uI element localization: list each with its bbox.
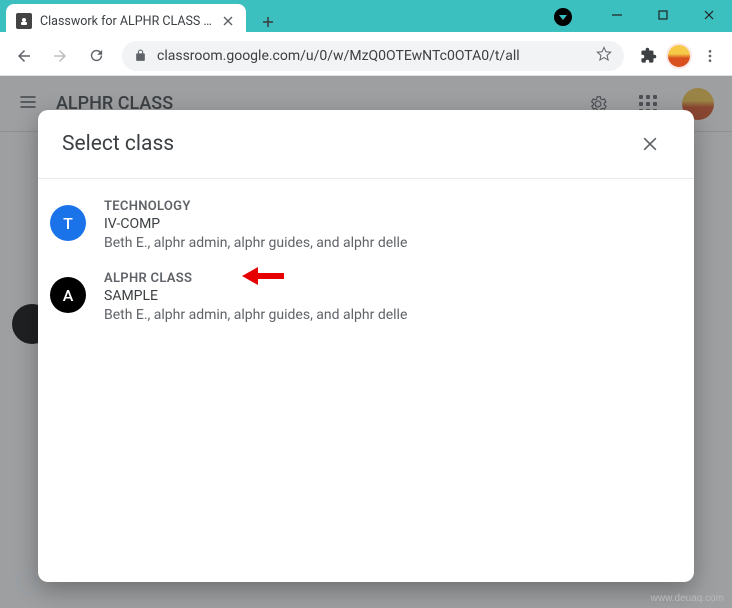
browser-tab[interactable]: Classwork for ALPHR CLASS SAM <box>6 4 246 38</box>
reader-mode-badge[interactable] <box>554 8 572 26</box>
chrome-menu-icon[interactable] <box>696 42 724 70</box>
window-maximize-button[interactable] <box>640 0 686 30</box>
class-section: IV-COMP <box>104 216 670 232</box>
window-close-button[interactable] <box>686 0 732 30</box>
class-name: ALPHR CLASS <box>104 271 670 286</box>
watermark-text: www.deuaq.com <box>651 593 724 604</box>
select-class-dialog: Select class T TECHNOLOGY IV-COMP Beth E… <box>38 110 694 582</box>
tab-close-icon[interactable] <box>220 13 236 29</box>
annotation-arrow-icon <box>242 265 286 291</box>
classroom-favicon <box>16 13 32 29</box>
class-option[interactable]: T TECHNOLOGY IV-COMP Beth E., alphr admi… <box>38 191 694 263</box>
new-tab-button[interactable] <box>254 8 282 36</box>
back-button[interactable] <box>8 40 40 72</box>
forward-button[interactable] <box>44 40 76 72</box>
dialog-title: Select class <box>62 132 630 156</box>
profile-avatar[interactable] <box>666 43 692 69</box>
class-teachers: Beth E., alphr admin, alphr guides, and … <box>104 235 670 251</box>
class-section: SAMPLE <box>104 288 670 304</box>
window-minimize-button[interactable] <box>594 0 640 30</box>
bookmark-star-icon[interactable] <box>596 46 612 66</box>
url-text: classroom.google.com/u/0/w/MzQ0OTEwNTc0O… <box>157 48 586 64</box>
class-list: T TECHNOLOGY IV-COMP Beth E., alphr admi… <box>38 179 694 347</box>
lock-icon <box>134 49 147 62</box>
class-name: TECHNOLOGY <box>104 199 670 214</box>
help-button[interactable]: ? <box>16 572 38 594</box>
class-avatar: T <box>50 205 86 241</box>
class-teachers: Beth E., alphr admin, alphr guides, and … <box>104 307 670 323</box>
address-bar[interactable]: classroom.google.com/u/0/w/MzQ0OTEwNTc0O… <box>122 41 624 71</box>
class-option[interactable]: A ALPHR CLASS SAMPLE Beth E., alphr admi… <box>38 263 694 335</box>
extensions-icon[interactable] <box>634 42 662 70</box>
class-avatar: A <box>50 277 86 313</box>
tab-title: Classwork for ALPHR CLASS SAM <box>40 14 214 29</box>
dialog-close-button[interactable] <box>630 124 670 164</box>
reload-button[interactable] <box>80 40 112 72</box>
